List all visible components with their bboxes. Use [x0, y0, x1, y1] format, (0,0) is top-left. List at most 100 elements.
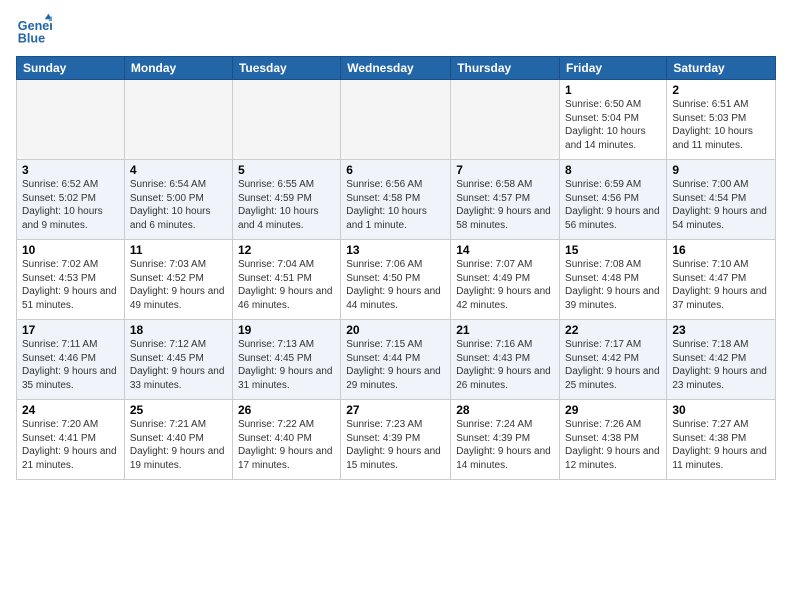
day-number: 14	[456, 243, 554, 257]
calendar-cell: 27Sunrise: 7:23 AM Sunset: 4:39 PM Dayli…	[341, 400, 451, 480]
calendar-cell: 24Sunrise: 7:20 AM Sunset: 4:41 PM Dayli…	[17, 400, 125, 480]
calendar-cell: 14Sunrise: 7:07 AM Sunset: 4:49 PM Dayli…	[451, 240, 560, 320]
day-info: Sunrise: 7:08 AM Sunset: 4:48 PM Dayligh…	[565, 258, 661, 312]
calendar-cell: 21Sunrise: 7:16 AM Sunset: 4:43 PM Dayli…	[451, 320, 560, 400]
day-info: Sunrise: 6:50 AM Sunset: 5:04 PM Dayligh…	[565, 98, 661, 152]
day-number: 2	[672, 83, 770, 97]
header: General Blue	[16, 12, 776, 48]
calendar-cell: 30Sunrise: 7:27 AM Sunset: 4:38 PM Dayli…	[667, 400, 776, 480]
day-header-saturday: Saturday	[667, 57, 776, 80]
day-number: 12	[238, 243, 335, 257]
day-info: Sunrise: 7:20 AM Sunset: 4:41 PM Dayligh…	[22, 418, 119, 472]
calendar-cell: 1Sunrise: 6:50 AM Sunset: 5:04 PM Daylig…	[560, 80, 667, 160]
day-info: Sunrise: 7:15 AM Sunset: 4:44 PM Dayligh…	[346, 338, 445, 392]
logo: General Blue	[16, 12, 52, 48]
day-number: 21	[456, 323, 554, 337]
calendar-cell: 28Sunrise: 7:24 AM Sunset: 4:39 PM Dayli…	[451, 400, 560, 480]
day-number: 6	[346, 163, 445, 177]
day-header-monday: Monday	[124, 57, 232, 80]
week-row-0: 1Sunrise: 6:50 AM Sunset: 5:04 PM Daylig…	[17, 80, 776, 160]
day-number: 18	[130, 323, 227, 337]
day-header-thursday: Thursday	[451, 57, 560, 80]
day-info: Sunrise: 6:55 AM Sunset: 4:59 PM Dayligh…	[238, 178, 335, 232]
calendar-cell: 13Sunrise: 7:06 AM Sunset: 4:50 PM Dayli…	[341, 240, 451, 320]
day-info: Sunrise: 6:51 AM Sunset: 5:03 PM Dayligh…	[672, 98, 770, 152]
day-info: Sunrise: 7:23 AM Sunset: 4:39 PM Dayligh…	[346, 418, 445, 472]
calendar-cell	[451, 80, 560, 160]
calendar-cell: 22Sunrise: 7:17 AM Sunset: 4:42 PM Dayli…	[560, 320, 667, 400]
day-info: Sunrise: 7:18 AM Sunset: 4:42 PM Dayligh…	[672, 338, 770, 392]
day-info: Sunrise: 6:58 AM Sunset: 4:57 PM Dayligh…	[456, 178, 554, 232]
day-number: 7	[456, 163, 554, 177]
day-info: Sunrise: 7:17 AM Sunset: 4:42 PM Dayligh…	[565, 338, 661, 392]
day-header-friday: Friday	[560, 57, 667, 80]
calendar-table: SundayMondayTuesdayWednesdayThursdayFrid…	[16, 56, 776, 480]
calendar-cell: 4Sunrise: 6:54 AM Sunset: 5:00 PM Daylig…	[124, 160, 232, 240]
day-info: Sunrise: 7:16 AM Sunset: 4:43 PM Dayligh…	[456, 338, 554, 392]
calendar-cell: 18Sunrise: 7:12 AM Sunset: 4:45 PM Dayli…	[124, 320, 232, 400]
calendar-cell: 11Sunrise: 7:03 AM Sunset: 4:52 PM Dayli…	[124, 240, 232, 320]
calendar-cell: 5Sunrise: 6:55 AM Sunset: 4:59 PM Daylig…	[232, 160, 340, 240]
day-info: Sunrise: 7:07 AM Sunset: 4:49 PM Dayligh…	[456, 258, 554, 312]
calendar-cell: 29Sunrise: 7:26 AM Sunset: 4:38 PM Dayli…	[560, 400, 667, 480]
day-number: 28	[456, 403, 554, 417]
calendar-cell	[17, 80, 125, 160]
day-info: Sunrise: 7:03 AM Sunset: 4:52 PM Dayligh…	[130, 258, 227, 312]
calendar-cell	[341, 80, 451, 160]
day-number: 8	[565, 163, 661, 177]
day-header-tuesday: Tuesday	[232, 57, 340, 80]
calendar-cell: 6Sunrise: 6:56 AM Sunset: 4:58 PM Daylig…	[341, 160, 451, 240]
day-info: Sunrise: 6:52 AM Sunset: 5:02 PM Dayligh…	[22, 178, 119, 232]
day-info: Sunrise: 6:56 AM Sunset: 4:58 PM Dayligh…	[346, 178, 445, 232]
calendar-cell: 8Sunrise: 6:59 AM Sunset: 4:56 PM Daylig…	[560, 160, 667, 240]
day-info: Sunrise: 7:10 AM Sunset: 4:47 PM Dayligh…	[672, 258, 770, 312]
day-header-sunday: Sunday	[17, 57, 125, 80]
day-number: 29	[565, 403, 661, 417]
day-number: 30	[672, 403, 770, 417]
day-info: Sunrise: 7:12 AM Sunset: 4:45 PM Dayligh…	[130, 338, 227, 392]
day-info: Sunrise: 7:04 AM Sunset: 4:51 PM Dayligh…	[238, 258, 335, 312]
day-info: Sunrise: 6:59 AM Sunset: 4:56 PM Dayligh…	[565, 178, 661, 232]
calendar-cell: 3Sunrise: 6:52 AM Sunset: 5:02 PM Daylig…	[17, 160, 125, 240]
logo-icon: General Blue	[16, 12, 52, 48]
day-info: Sunrise: 7:22 AM Sunset: 4:40 PM Dayligh…	[238, 418, 335, 472]
day-number: 20	[346, 323, 445, 337]
day-number: 3	[22, 163, 119, 177]
calendar-cell: 19Sunrise: 7:13 AM Sunset: 4:45 PM Dayli…	[232, 320, 340, 400]
day-number: 23	[672, 323, 770, 337]
day-number: 24	[22, 403, 119, 417]
day-number: 26	[238, 403, 335, 417]
day-number: 9	[672, 163, 770, 177]
day-info: Sunrise: 7:06 AM Sunset: 4:50 PM Dayligh…	[346, 258, 445, 312]
day-number: 5	[238, 163, 335, 177]
day-number: 10	[22, 243, 119, 257]
calendar-cell: 9Sunrise: 7:00 AM Sunset: 4:54 PM Daylig…	[667, 160, 776, 240]
day-number: 25	[130, 403, 227, 417]
day-info: Sunrise: 7:21 AM Sunset: 4:40 PM Dayligh…	[130, 418, 227, 472]
day-number: 27	[346, 403, 445, 417]
svg-text:Blue: Blue	[18, 32, 45, 46]
week-row-2: 10Sunrise: 7:02 AM Sunset: 4:53 PM Dayli…	[17, 240, 776, 320]
day-number: 19	[238, 323, 335, 337]
day-info: Sunrise: 7:00 AM Sunset: 4:54 PM Dayligh…	[672, 178, 770, 232]
day-number: 16	[672, 243, 770, 257]
calendar-cell: 17Sunrise: 7:11 AM Sunset: 4:46 PM Dayli…	[17, 320, 125, 400]
day-number: 15	[565, 243, 661, 257]
calendar-cell: 26Sunrise: 7:22 AM Sunset: 4:40 PM Dayli…	[232, 400, 340, 480]
calendar-cell: 16Sunrise: 7:10 AM Sunset: 4:47 PM Dayli…	[667, 240, 776, 320]
calendar-cell	[232, 80, 340, 160]
day-info: Sunrise: 7:24 AM Sunset: 4:39 PM Dayligh…	[456, 418, 554, 472]
day-info: Sunrise: 7:27 AM Sunset: 4:38 PM Dayligh…	[672, 418, 770, 472]
day-number: 4	[130, 163, 227, 177]
week-row-3: 17Sunrise: 7:11 AM Sunset: 4:46 PM Dayli…	[17, 320, 776, 400]
day-info: Sunrise: 7:26 AM Sunset: 4:38 PM Dayligh…	[565, 418, 661, 472]
calendar-cell: 20Sunrise: 7:15 AM Sunset: 4:44 PM Dayli…	[341, 320, 451, 400]
calendar-cell: 23Sunrise: 7:18 AM Sunset: 4:42 PM Dayli…	[667, 320, 776, 400]
day-number: 17	[22, 323, 119, 337]
day-number: 13	[346, 243, 445, 257]
day-number: 22	[565, 323, 661, 337]
calendar-cell: 25Sunrise: 7:21 AM Sunset: 4:40 PM Dayli…	[124, 400, 232, 480]
day-info: Sunrise: 7:11 AM Sunset: 4:46 PM Dayligh…	[22, 338, 119, 392]
day-info: Sunrise: 6:54 AM Sunset: 5:00 PM Dayligh…	[130, 178, 227, 232]
day-info: Sunrise: 7:02 AM Sunset: 4:53 PM Dayligh…	[22, 258, 119, 312]
